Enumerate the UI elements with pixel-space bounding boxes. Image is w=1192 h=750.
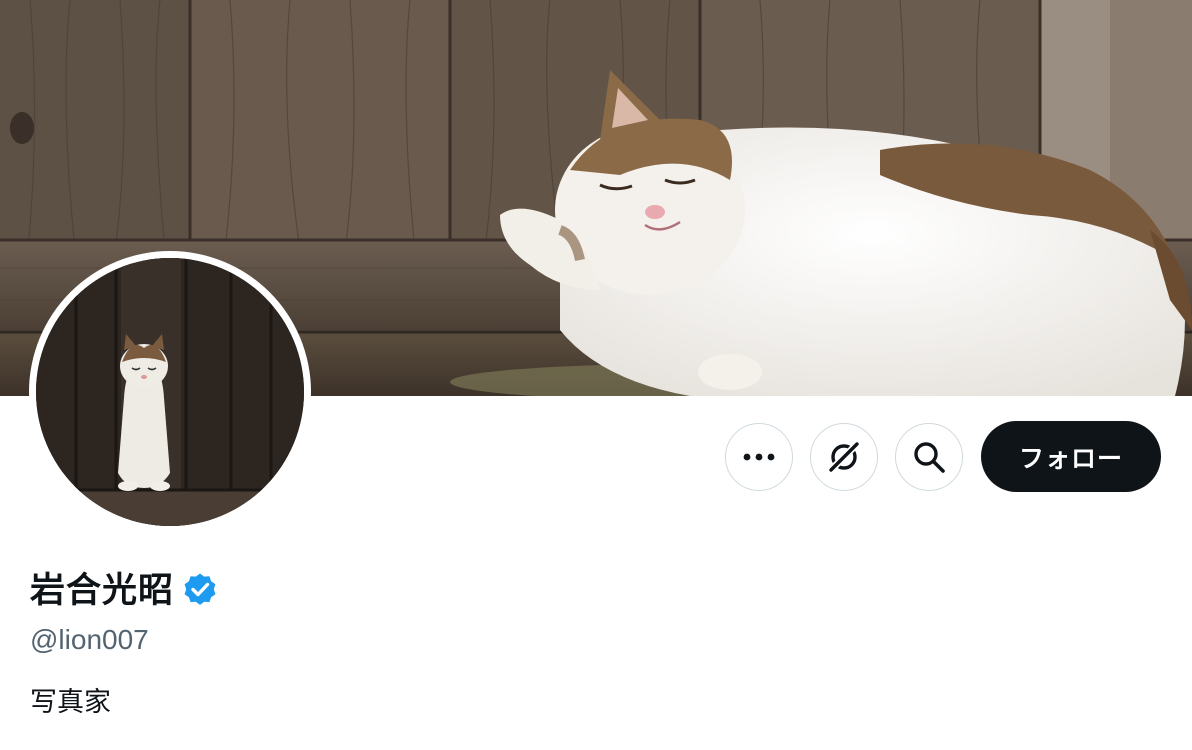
- follow-button[interactable]: フォロー: [981, 421, 1161, 492]
- profile-page: フォロー 岩合光昭 @lion007 写真家: [0, 0, 1192, 750]
- grok-icon: [826, 439, 862, 475]
- more-horizontal-icon: [742, 453, 776, 461]
- avatar-image: [36, 258, 304, 526]
- grok-button[interactable]: [810, 422, 878, 491]
- profile-bio: 写真家: [30, 687, 111, 718]
- verified-badge-icon[interactable]: [182, 572, 218, 612]
- search-icon: [912, 440, 946, 474]
- name-row: 岩合光昭: [30, 568, 218, 614]
- profile-handle: @lion007: [30, 624, 149, 655]
- profile-actions: フォロー: [725, 421, 1161, 492]
- avatar[interactable]: [29, 251, 311, 533]
- more-button[interactable]: [725, 422, 793, 491]
- display-name: 岩合光昭: [30, 571, 175, 611]
- search-profile-button[interactable]: [895, 422, 963, 491]
